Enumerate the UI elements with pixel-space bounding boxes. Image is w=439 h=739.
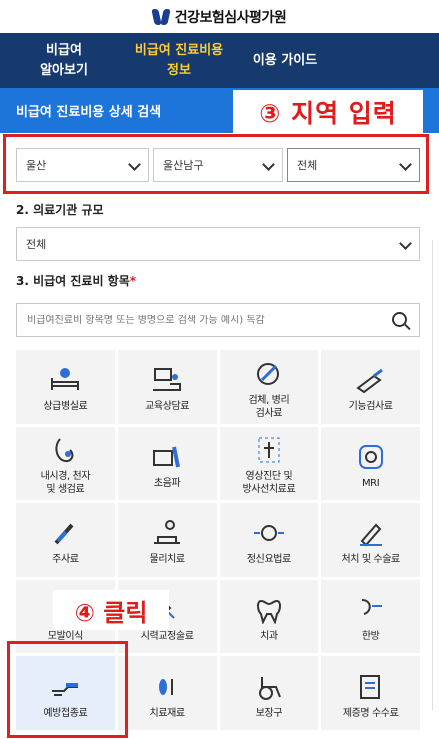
counseling-icon	[150, 366, 184, 394]
psychotherapy-icon	[252, 519, 286, 547]
ultrasound-icon	[150, 443, 184, 471]
category-hospital-room[interactable]: 상급병실료	[16, 350, 115, 424]
endoscope-icon	[48, 436, 82, 464]
highlight-click-box	[7, 641, 128, 738]
hospital-bed-icon	[48, 366, 82, 394]
item-search-box	[16, 303, 420, 337]
certificate-icon	[354, 673, 388, 701]
category-oriental-medicine[interactable]: 한방	[321, 579, 420, 654]
category-certificate-fee[interactable]: 제증명 수수료	[321, 656, 420, 730]
category-pathology[interactable]: 검체, 병리 검사료	[219, 350, 319, 424]
pathology-icon	[252, 360, 286, 388]
surgery-icon	[354, 519, 388, 547]
category-imaging[interactable]: 영상진단 및 방사선치료료	[219, 426, 319, 501]
category-psychotherapy[interactable]: 정신요법료	[219, 503, 319, 577]
hira-logo-icon	[153, 8, 169, 26]
nav-item-about[interactable]: 비급여 알아보기	[0, 33, 128, 88]
category-physical-therapy[interactable]: 물리치료	[117, 503, 217, 577]
required-mark: *	[129, 274, 137, 288]
highlight-region-box	[3, 134, 429, 194]
category-ultrasound[interactable]: 초음파	[117, 426, 217, 501]
wheelchair-icon	[252, 673, 286, 701]
site-header: 건강보험심사평가원	[0, 0, 439, 33]
annotation-step3: ③ 지역 입력	[233, 90, 423, 134]
scale-select[interactable]: 전체	[16, 227, 420, 261]
scrollbar[interactable]	[432, 240, 433, 710]
category-injection[interactable]: 주사료	[16, 503, 115, 577]
function-test-icon	[354, 366, 388, 394]
annotation-step4: ④ 클릭	[53, 590, 169, 630]
scale-label: 2. 의료기관 규모	[16, 203, 104, 217]
physical-therapy-icon	[150, 519, 184, 547]
category-medical-material[interactable]: 치료재료	[117, 656, 217, 730]
nav-item-cost-info[interactable]: 비급여 진료비용 정보	[128, 33, 230, 88]
mri-icon	[354, 443, 388, 471]
item-search-input[interactable]	[27, 314, 367, 326]
tooth-icon	[252, 596, 286, 625]
nav-item-guide[interactable]: 이용 가이드	[230, 33, 340, 88]
main-nav: 비급여 알아보기 비급여 진료비용 정보 이용 가이드	[0, 33, 439, 88]
category-endoscopy[interactable]: 내시경, 천자 및 생검료	[16, 426, 115, 501]
site-logo-text[interactable]: 건강보험심사평가원	[175, 7, 287, 27]
medical-material-icon	[150, 673, 184, 701]
category-counseling[interactable]: 교육상담료	[117, 350, 217, 424]
category-function-test[interactable]: 기능검사료	[321, 350, 420, 424]
category-dental[interactable]: 치과	[219, 579, 319, 654]
category-mri[interactable]: MRI	[321, 426, 420, 501]
category-surgery[interactable]: 처치 및 수술료	[321, 503, 420, 577]
syringe-icon	[48, 519, 82, 547]
search-icon[interactable]	[392, 312, 407, 327]
chevron-down-icon	[399, 237, 412, 250]
category-assistive-device[interactable]: 보장구	[219, 656, 319, 730]
xray-icon	[252, 436, 286, 464]
oriental-medicine-icon	[354, 596, 388, 624]
items-label: 3. 비급여 진료비 항목*	[16, 274, 137, 288]
